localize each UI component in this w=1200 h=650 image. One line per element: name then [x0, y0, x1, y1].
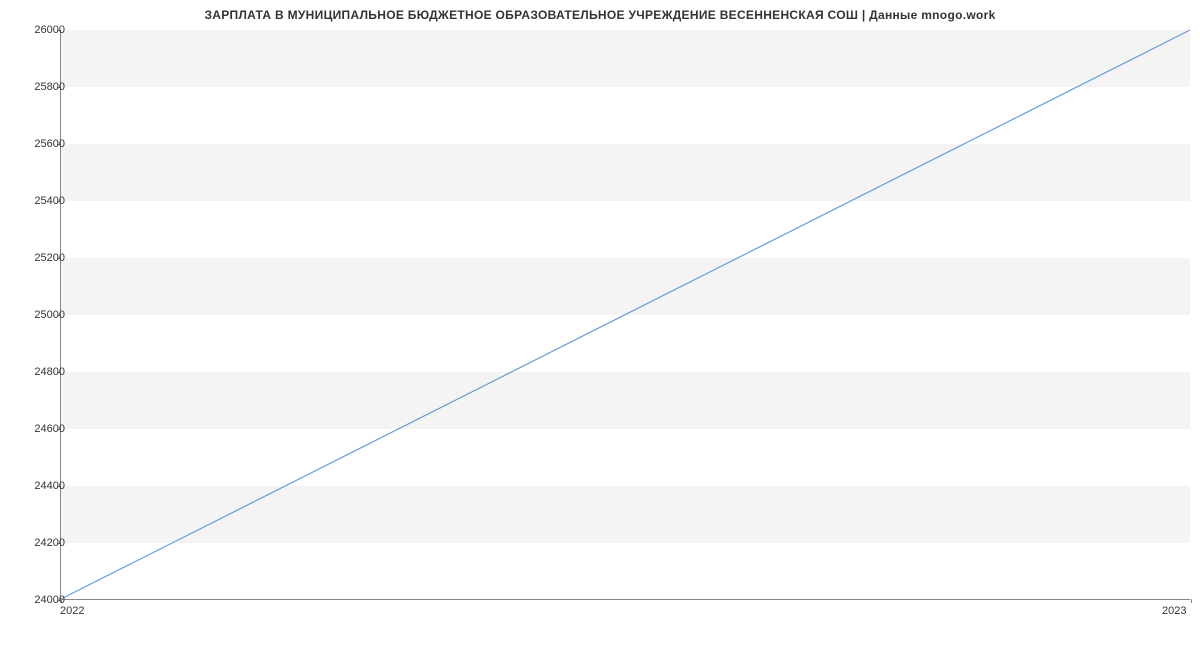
y-tick-label: 26000	[34, 24, 65, 36]
chart-plot-area	[60, 30, 1190, 600]
y-tick-label: 25600	[34, 138, 65, 150]
x-tick-mark	[1191, 599, 1192, 603]
y-tick-label: 25200	[34, 252, 65, 264]
y-tick-label: 25800	[34, 81, 65, 93]
y-tick-label: 25400	[34, 195, 65, 207]
y-tick-label: 24400	[34, 480, 65, 492]
y-tick-label: 24600	[34, 423, 65, 435]
chart-title: ЗАРПЛАТА В МУНИЦИПАЛЬНОЕ БЮДЖЕТНОЕ ОБРАЗ…	[0, 0, 1200, 22]
y-tick-label: 24800	[34, 366, 65, 378]
y-tick-label: 25000	[34, 309, 65, 321]
x-tick-label: 2023	[1162, 605, 1186, 617]
line-series	[61, 30, 1190, 599]
y-tick-label: 24200	[34, 537, 65, 549]
x-tick-label: 2022	[60, 605, 84, 617]
plot-region	[60, 30, 1190, 600]
